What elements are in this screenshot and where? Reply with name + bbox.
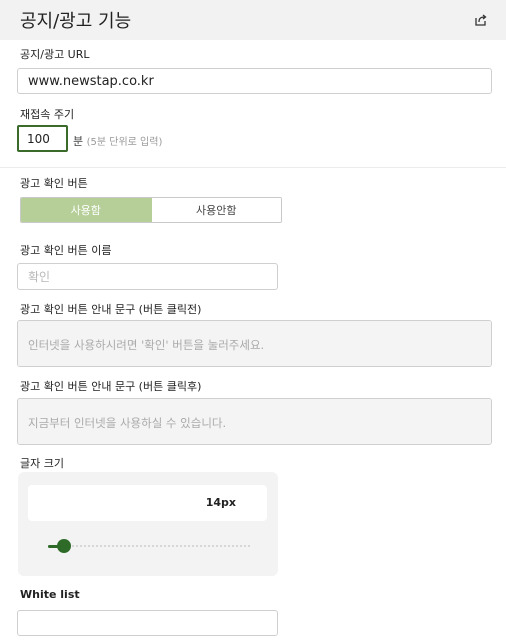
whitelist-input[interactable]: [17, 610, 278, 636]
url-label: 공지/광고 URL: [20, 48, 90, 61]
font-size-slider-track[interactable]: [48, 545, 250, 547]
font-size-value: 14px: [205, 496, 236, 509]
toggle-not-use[interactable]: 사용안함: [151, 198, 281, 222]
page-header: 공지/광고 기능: [0, 0, 506, 40]
reconnect-unit: 분 (5분 단위로 입력): [73, 133, 162, 149]
font-size-display: 14px: [28, 485, 267, 521]
guide-after-textarea[interactable]: [17, 398, 492, 445]
reconnect-hint: (5분 단위로 입력): [86, 137, 163, 148]
ad-button-toggle: 사용함 사용안함: [20, 197, 282, 223]
ad-button-name-label: 광고 확인 버튼 이름: [20, 244, 112, 257]
url-input[interactable]: [17, 68, 492, 94]
ad-button-label: 광고 확인 버튼: [20, 177, 88, 190]
ad-button-name-input[interactable]: [17, 263, 278, 290]
export-icon: [475, 14, 487, 26]
whitelist-label: White list: [20, 588, 80, 601]
page-title: 공지/광고 기능: [20, 11, 132, 32]
export-button[interactable]: [474, 13, 488, 27]
reconnect-interval-input[interactable]: [17, 125, 68, 152]
font-size-label: 글자 크기: [20, 457, 64, 470]
font-size-slider-thumb[interactable]: [57, 539, 72, 553]
font-size-panel: 14px: [18, 472, 278, 576]
reconnect-label: 재접속 주기: [20, 108, 75, 121]
reconnect-unit-text: 분: [73, 135, 84, 148]
guide-before-textarea[interactable]: [17, 320, 492, 367]
guide-before-label: 광고 확인 버튼 안내 문구 (버튼 클릭전): [20, 303, 202, 316]
guide-after-label: 광고 확인 버튼 안내 문구 (버튼 클릭후): [20, 380, 202, 393]
section-divider: [0, 167, 506, 168]
toggle-use[interactable]: 사용함: [21, 198, 152, 222]
